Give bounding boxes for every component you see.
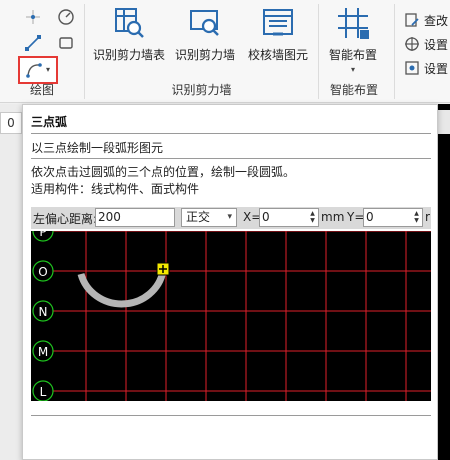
x-coordinate-input[interactable]: 0 ▲ ▼ [259,208,319,227]
wall-identify-icon [188,6,222,40]
wall-check-icon [261,6,295,40]
tooltip-description: 依次点击过圆弧的三个点的位置，绘制一段圆弧。 [31,165,296,179]
query-modify-label: 查改 [424,13,449,28]
draw-group: ▾ 绘图 [0,0,84,103]
axis-grid [45,231,431,401]
settings-document-icon [404,60,420,76]
smart-layout-button[interactable]: 智能布置 ▾ [322,6,384,74]
check-wall-element-label: 校核墙图元 [247,48,308,62]
tooltip-divider [31,415,431,416]
preview-drawing: P O N M L [32,231,431,401]
shear-wall-group: 识别剪力墙表 识别剪力墙 校核墙图元 识别剪力墙 [85,0,318,103]
x-unit-label: mm [321,210,345,224]
identify-shear-wall-table-label: 识别剪力墙表 [92,48,165,62]
left-panel-value[interactable]: 0 [0,112,22,134]
axis-label-n: N [39,305,48,319]
y-unit-label: r [425,210,430,224]
y-coordinate-value: 0 [366,210,374,224]
offset-distance-label: 左偏心距离: [33,212,98,226]
setting-item-2[interactable]: 设置 [404,57,448,79]
smart-layout-label: 智能布置 [328,48,377,62]
axis-label-o: O [38,265,47,279]
shear-wall-group-label: 识别剪力墙 [171,83,232,97]
chevron-down-icon: ▾ [46,65,51,74]
chevron-down-icon: ▾ [227,212,232,222]
arc-preview-shape [77,270,167,308]
chevron-down-icon: ▾ [350,65,355,74]
drawing-area-tab [438,110,450,134]
ortho-mode-select[interactable]: 正交 ▾ [181,208,237,227]
setting-label-2: 设置 [424,61,449,76]
rectangle-tool-icon[interactable] [55,32,77,54]
point-tool-icon[interactable] [22,6,44,28]
arc-options-toolbar: 左偏心距离: 200 正交 ▾ X= 0 ▲ ▼ mm Y= 0 ▲ ▼ r [31,207,431,229]
identify-shear-wall-button[interactable]: 识别剪力墙 [173,6,237,63]
query-modify-item[interactable]: 查改 [404,9,448,31]
identify-shear-wall-label: 识别剪力墙 [174,48,235,62]
check-wall-element-button[interactable]: 校核墙图元 [243,6,313,63]
left-panel-strip: 0 [0,104,22,460]
smart-layout-group: 智能布置 ▾ 智能布置 [319,0,389,103]
axis-label-m: M [38,345,48,359]
y-spin-icon[interactable]: ▲ ▼ [412,210,421,225]
offset-distance-input[interactable]: 200 [95,208,175,227]
query-edit-icon [404,12,420,28]
axis-markers: P O N M L [32,231,54,401]
cursor-crosshair-icon [156,262,170,276]
circle-tool-icon[interactable] [55,6,77,28]
three-point-arc-icon [25,61,43,82]
x-coordinate-value: 0 [262,210,270,224]
x-spin-icon[interactable]: ▲ ▼ [308,210,317,225]
smart-layout-group-label: 智能布置 [329,83,378,97]
settings-crosshair-icon [404,36,420,52]
arc-tool-button[interactable]: ▾ [18,56,58,84]
separator [394,4,395,99]
y-coordinate-label: Y= [347,210,365,224]
tooltip-subtitle: 以三点绘制一段弧形图元 [31,141,164,155]
line-tool-icon[interactable] [22,32,44,54]
drawing-area-edge [438,104,450,460]
identify-shear-wall-table-button[interactable]: 识别剪力墙表 [91,6,167,63]
wall-table-identify-icon [112,6,146,40]
axis-label-p: P [39,231,46,239]
setting-label-1: 设置 [424,37,449,52]
y-coordinate-input[interactable]: 0 ▲ ▼ [363,208,423,227]
smart-layout-grid-icon [336,6,370,40]
tooltip-title: 三点弧 [31,115,68,129]
tooltip-divider [31,158,431,159]
tooltip-applicable-components: 适用构件：线式构件、面式构件 [31,182,200,196]
draw-group-label: 绘图 [29,83,54,97]
tooltip-divider [31,133,431,134]
setting-item-1[interactable]: 设置 [404,33,448,55]
three-point-arc-tooltip: 三点弧 以三点绘制一段弧形图元 依次点击过圆弧的三个点的位置，绘制一段圆弧。 适… [22,104,438,460]
ortho-mode-value: 正交 [186,210,211,224]
ribbon: ▾ 绘图 识别剪力墙表 识别剪力墙 校核墙图元 识别剪力墙 智能布置 ▾ 智能布… [0,0,450,103]
axis-label-l: L [40,385,47,399]
arc-preview-canvas: P O N M L [31,231,431,401]
